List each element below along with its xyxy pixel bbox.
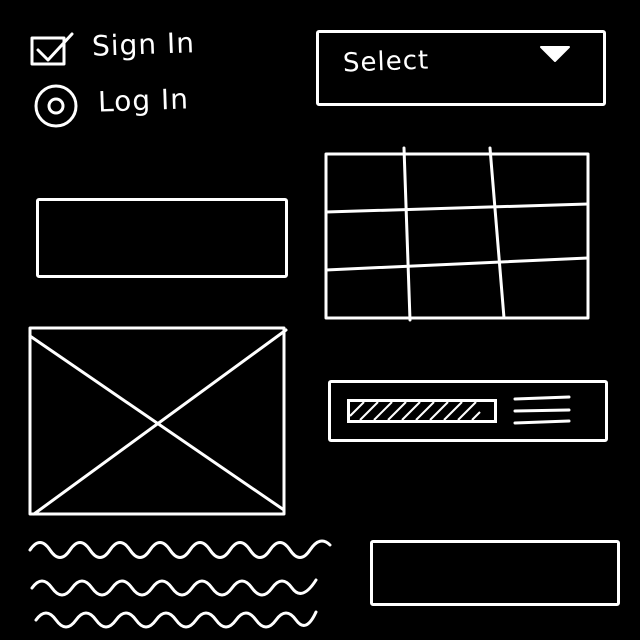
select-value: Select bbox=[342, 45, 430, 79]
table-cell[interactable] bbox=[410, 156, 490, 212]
table-cell[interactable] bbox=[328, 272, 404, 316]
table-cell[interactable] bbox=[496, 156, 586, 206]
log-in-option[interactable]: Log In bbox=[30, 80, 250, 130]
image-placeholder-icon bbox=[28, 326, 288, 516]
progress-fill bbox=[349, 401, 481, 421]
menu-lines-icon[interactable] bbox=[511, 393, 581, 429]
select-dropdown[interactable]: Select bbox=[316, 30, 606, 106]
table-cell[interactable] bbox=[496, 208, 586, 258]
table-cell[interactable] bbox=[410, 214, 490, 264]
table-cell[interactable] bbox=[410, 266, 490, 316]
radio-selected-icon[interactable] bbox=[30, 82, 80, 132]
data-table bbox=[320, 140, 598, 324]
text-squiggle bbox=[28, 539, 332, 629]
progress-bar bbox=[347, 399, 497, 423]
progress-hatch bbox=[349, 401, 365, 417]
table-cell[interactable] bbox=[328, 214, 404, 270]
chevron-down-icon[interactable] bbox=[537, 43, 577, 67]
table-cell[interactable] bbox=[496, 260, 586, 316]
action-button[interactable] bbox=[370, 540, 620, 606]
paragraph-placeholder bbox=[20, 530, 350, 640]
image-placeholder bbox=[24, 320, 290, 522]
progress-hatch bbox=[471, 411, 481, 421]
sign-in-option[interactable]: Sign In bbox=[28, 26, 248, 70]
table-cell[interactable] bbox=[328, 156, 404, 212]
log-in-label: Log In bbox=[97, 82, 190, 119]
progress-panel bbox=[328, 380, 608, 442]
text-input-field[interactable] bbox=[36, 198, 288, 278]
sign-in-label: Sign In bbox=[91, 26, 196, 63]
checkbox-checked-icon[interactable] bbox=[28, 32, 78, 72]
